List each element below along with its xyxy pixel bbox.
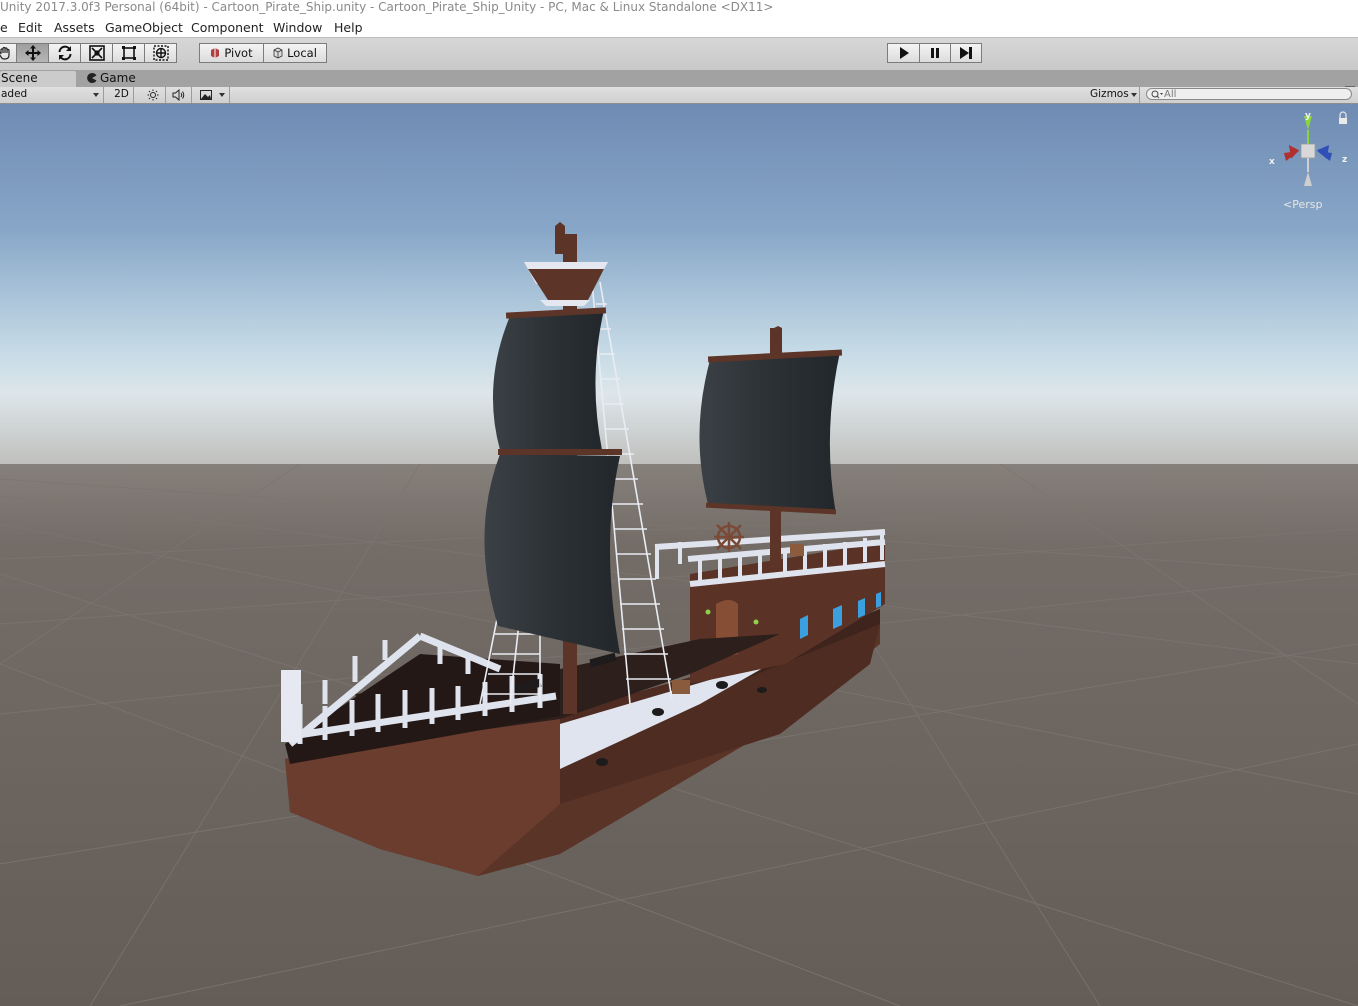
audio-toggle[interactable] — [166, 87, 192, 103]
pacman-icon — [87, 73, 97, 83]
play-icon — [899, 47, 909, 59]
rect-tool-button[interactable] — [112, 43, 145, 63]
rotate-tool-button[interactable] — [48, 43, 81, 63]
scale-tool-button[interactable] — [80, 43, 113, 63]
menu-assets[interactable]: Assets — [54, 18, 95, 38]
pivot-handle-group: Pivot Local — [199, 43, 327, 63]
move-tool-button[interactable] — [16, 43, 49, 63]
dropdown-arrow-icon — [1131, 93, 1137, 97]
local-label: Local — [287, 46, 317, 60]
mode-2d-toggle[interactable]: 2D — [110, 87, 134, 103]
pause-icon — [931, 48, 939, 58]
window-title-bar: Unity 2017.3.0f3 Personal (64bit) - Cart… — [0, 0, 1358, 18]
menu-component[interactable]: Component — [191, 18, 264, 38]
axis-label-z: z — [1342, 155, 1347, 165]
transform-tool-button[interactable] — [144, 43, 177, 63]
menu-edit[interactable]: Edit — [18, 18, 42, 38]
menu-help[interactable]: Help — [334, 18, 363, 38]
ship-wheel — [714, 522, 744, 552]
tab-scene-label: Scene — [1, 71, 38, 85]
gizmos-label: Gizmos — [1090, 88, 1129, 100]
dropdown-arrow-icon — [219, 93, 225, 97]
view-tab-row: Scene Game — [0, 70, 1358, 91]
projection-label: Persp — [1292, 198, 1323, 211]
pivot-icon — [211, 48, 220, 58]
hand-tool-button[interactable] — [0, 43, 17, 63]
rect-icon — [121, 46, 136, 60]
menu-file[interactable]: e — [0, 18, 8, 38]
image-effects-icon — [200, 90, 212, 100]
main-toolbar: Pivot Local — [0, 38, 1358, 70]
sun-icon — [147, 89, 159, 101]
scene-search-field[interactable]: All — [1146, 88, 1352, 100]
effects-dropdown[interactable] — [194, 87, 230, 103]
playback-controls — [887, 43, 982, 63]
local-cube-icon — [273, 47, 283, 59]
speaker-icon — [172, 89, 185, 101]
move-icon — [24, 45, 41, 61]
gizmos-dropdown[interactable]: Gizmos — [1084, 87, 1140, 103]
rear-sail — [699, 352, 840, 514]
axis-label-x: x — [1269, 157, 1275, 167]
rotate-icon — [58, 45, 71, 61]
projection-toggle[interactable]: <Persp — [1283, 198, 1322, 211]
shading-mode-label: aded — [1, 88, 28, 100]
scene-viewport[interactable]: y x z <Persp — [0, 104, 1358, 1006]
sky — [0, 104, 1358, 466]
pause-button[interactable] — [919, 43, 951, 63]
scene-toolbar: aded 2D Gizmos All — [0, 87, 1358, 104]
main-top-sail — [492, 310, 604, 450]
persp-arrow-icon: < — [1283, 198, 1293, 211]
dropdown-arrow-icon — [93, 93, 99, 97]
transform-icon — [152, 45, 169, 61]
transform-tools — [0, 43, 177, 63]
scene-render — [0, 104, 1358, 1006]
shading-mode-dropdown[interactable]: aded — [0, 87, 104, 103]
local-toggle[interactable]: Local — [263, 43, 327, 63]
pivot-toggle[interactable]: Pivot — [199, 43, 264, 63]
menu-gameobject[interactable]: GameObject — [105, 18, 183, 38]
tab-scene[interactable]: Scene — [0, 71, 76, 87]
panel-menu-icon[interactable] — [1344, 78, 1356, 91]
search-placeholder: All — [1164, 89, 1177, 100]
mode-2d-label: 2D — [114, 88, 129, 100]
axis-label-y: y — [1305, 111, 1311, 121]
lock-icon — [1339, 111, 1347, 118]
main-lower-sail — [484, 454, 620, 654]
window-title: Unity 2017.3.0f3 Personal (64bit) - Cart… — [0, 0, 774, 14]
tab-game[interactable]: Game — [87, 71, 147, 87]
menu-bar: e Edit Assets GameObject Component Windo… — [0, 18, 1358, 38]
pivot-label: Pivot — [224, 46, 253, 60]
menu-window[interactable]: Window — [273, 18, 322, 38]
scale-icon — [88, 45, 105, 61]
tab-game-label: Game — [100, 71, 136, 85]
play-button[interactable] — [887, 43, 920, 63]
lighting-toggle[interactable] — [140, 87, 166, 103]
step-button[interactable] — [950, 43, 982, 63]
hand-icon — [0, 46, 10, 60]
search-icon — [1151, 90, 1163, 99]
step-icon — [960, 47, 972, 59]
